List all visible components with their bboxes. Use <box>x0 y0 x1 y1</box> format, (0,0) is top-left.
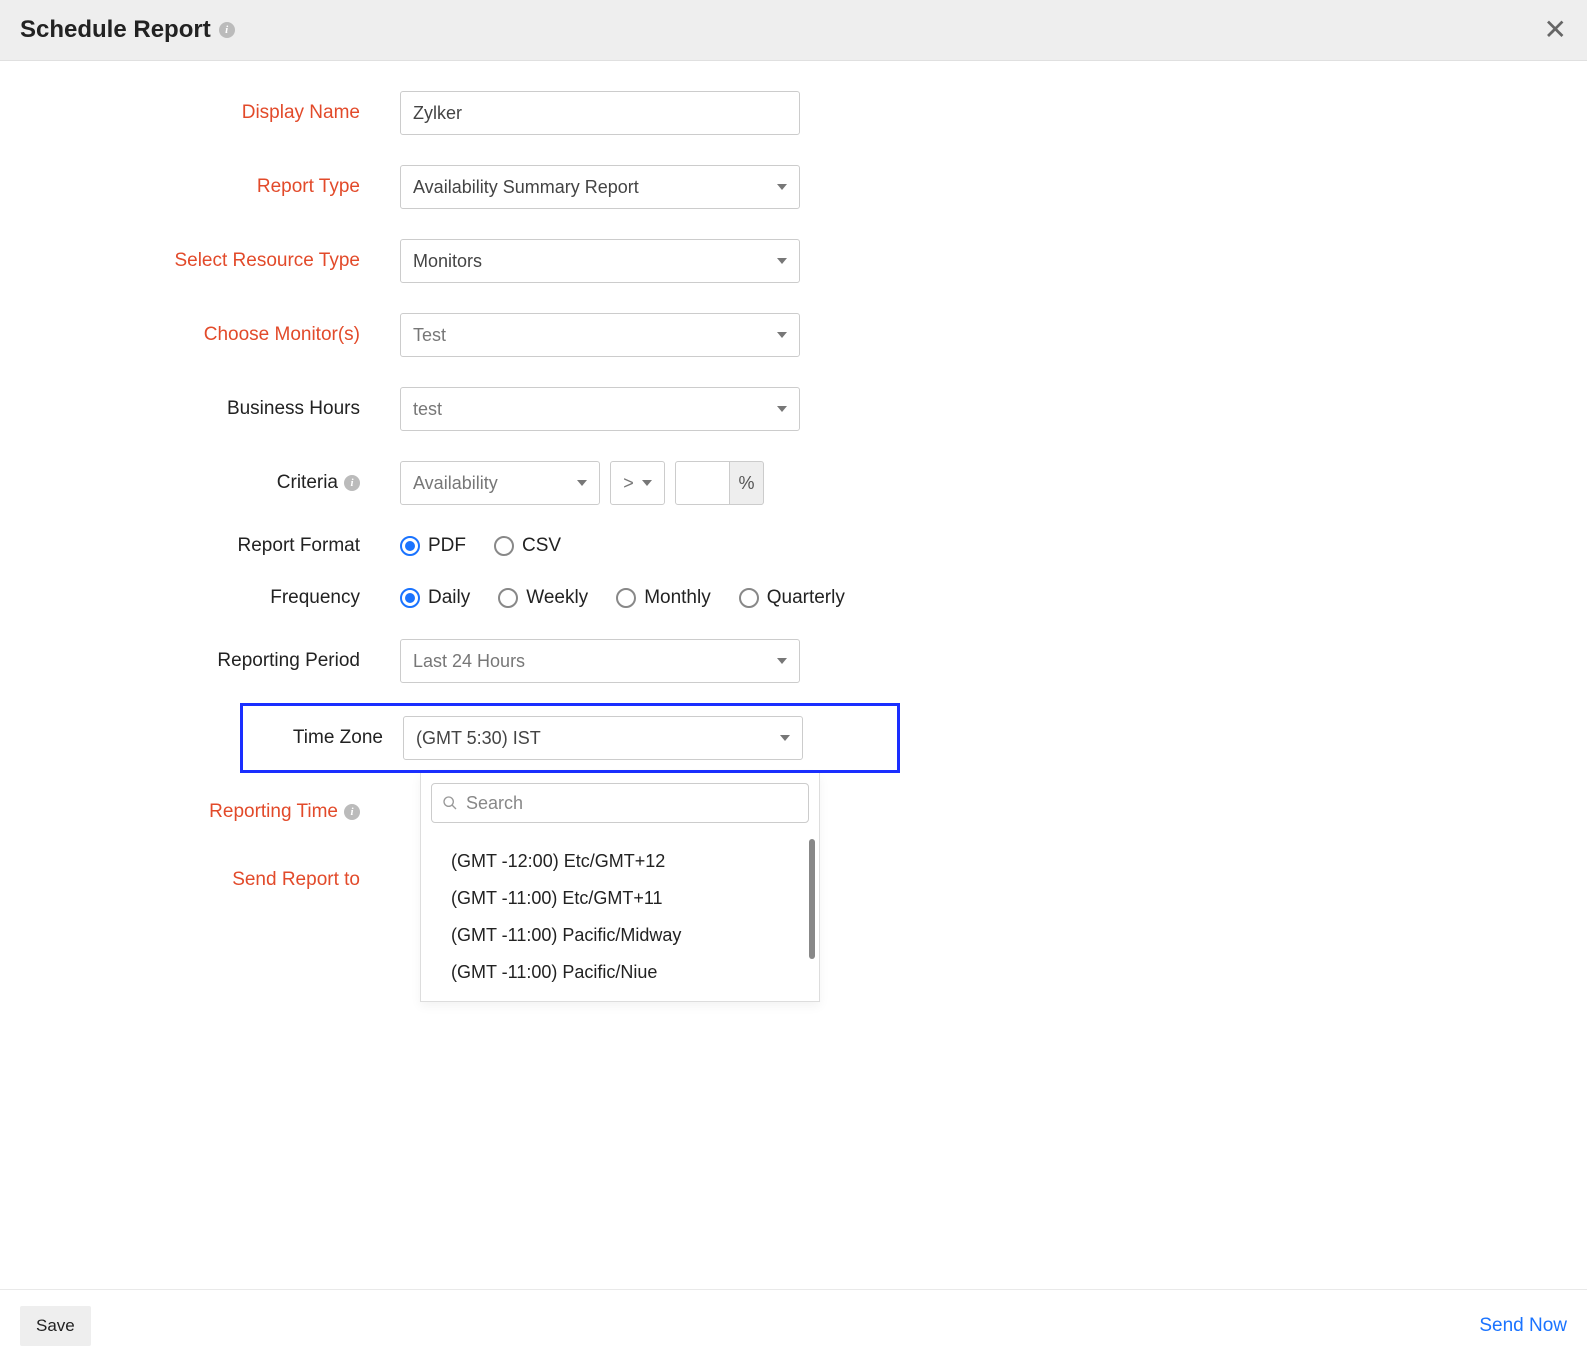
chevron-down-icon <box>577 480 587 486</box>
radio-icon <box>498 588 518 608</box>
radio-monthly[interactable]: Monthly <box>616 587 711 609</box>
label-timezone: Time Zone <box>243 727 403 749</box>
monitors-select[interactable]: Test <box>400 313 800 357</box>
label-reporting-time: Reporting Time i <box>20 801 400 823</box>
radio-weekly[interactable]: Weekly <box>498 587 588 609</box>
row-criteria: Criteria i Availability > % <box>20 461 1567 505</box>
radio-monthly-label: Monthly <box>644 587 711 609</box>
label-frequency: Frequency <box>20 587 400 609</box>
row-reporting-period: Reporting Period Last 24 Hours <box>20 639 1567 683</box>
label-send-report-to: Send Report to <box>20 869 400 891</box>
resource-type-select[interactable]: Monitors <box>400 239 800 283</box>
criteria-label-text: Criteria <box>277 472 338 494</box>
business-hours-value: test <box>413 399 442 420</box>
label-report-type: Report Type <box>20 176 400 198</box>
page-title: Schedule Report i <box>20 16 235 44</box>
label-report-format: Report Format <box>20 535 400 557</box>
save-button[interactable]: Save <box>20 1306 91 1346</box>
title-text: Schedule Report <box>20 16 211 44</box>
radio-csv-label: CSV <box>522 535 561 557</box>
row-display-name: Display Name Zylker <box>20 91 1567 135</box>
radio-quarterly[interactable]: Quarterly <box>739 587 845 609</box>
scrollbar[interactable] <box>809 839 815 959</box>
criteria-metric-select[interactable]: Availability <box>400 461 600 505</box>
report-type-select[interactable]: Availability Summary Report <box>400 165 800 209</box>
reporting-period-value: Last 24 Hours <box>413 651 525 672</box>
chevron-down-icon <box>780 735 790 741</box>
radio-icon <box>494 536 514 556</box>
monitors-value: Test <box>413 325 446 346</box>
row-report-format: Report Format PDF CSV <box>20 535 1567 557</box>
report-type-value: Availability Summary Report <box>413 177 639 198</box>
criteria-operator-value: > <box>623 473 634 494</box>
radio-quarterly-label: Quarterly <box>767 587 845 609</box>
display-name-value: Zylker <box>413 103 462 124</box>
chevron-down-icon <box>777 258 787 264</box>
radio-pdf-label: PDF <box>428 535 466 557</box>
row-resource-type: Select Resource Type Monitors <box>20 239 1567 283</box>
criteria-metric-value: Availability <box>413 473 498 494</box>
timezone-dropdown-panel: Search (GMT -12:00) Etc/GMT+12 (GMT -11:… <box>420 773 820 1002</box>
chevron-down-icon <box>777 184 787 190</box>
timezone-option[interactable]: (GMT -11:00) Pacific/Niue <box>421 954 819 991</box>
info-icon[interactable]: i <box>344 804 360 820</box>
chevron-down-icon <box>777 658 787 664</box>
radio-icon <box>739 588 759 608</box>
label-criteria: Criteria i <box>20 472 400 494</box>
modal-header: Schedule Report i ✕ <box>0 0 1587 61</box>
row-frequency: Frequency Daily Weekly Monthly Quarterly <box>20 587 1567 609</box>
timezone-value: (GMT 5:30) IST <box>416 728 541 749</box>
close-icon[interactable]: ✕ <box>1544 16 1567 44</box>
label-resource-type: Select Resource Type <box>20 250 400 272</box>
radio-daily-label: Daily <box>428 587 470 609</box>
timezone-option[interactable]: (GMT -11:00) Etc/GMT+11 <box>421 880 819 917</box>
row-business-hours: Business Hours test <box>20 387 1567 431</box>
timezone-search-input[interactable]: Search <box>431 783 809 823</box>
label-reporting-period: Reporting Period <box>20 650 400 672</box>
radio-weekly-label: Weekly <box>526 587 588 609</box>
business-hours-select[interactable]: test <box>400 387 800 431</box>
radio-csv[interactable]: CSV <box>494 535 561 557</box>
info-icon[interactable]: i <box>219 22 235 38</box>
send-now-link[interactable]: Send Now <box>1479 1315 1567 1337</box>
footer-bar: Save Send Now <box>0 1289 1587 1362</box>
search-placeholder: Search <box>466 793 523 814</box>
search-icon <box>442 795 458 811</box>
resource-type-value: Monitors <box>413 251 482 272</box>
timezone-option[interactable]: (GMT -12:00) Etc/GMT+12 <box>421 843 819 880</box>
label-business-hours: Business Hours <box>20 398 400 420</box>
display-name-input[interactable]: Zylker <box>400 91 800 135</box>
timezone-select[interactable]: (GMT 5:30) IST <box>403 716 803 760</box>
radio-daily[interactable]: Daily <box>400 587 470 609</box>
criteria-operator-select[interactable]: > <box>610 461 665 505</box>
criteria-value-input[interactable] <box>675 461 730 505</box>
row-monitors: Choose Monitor(s) Test <box>20 313 1567 357</box>
radio-icon <box>616 588 636 608</box>
row-report-type: Report Type Availability Summary Report <box>20 165 1567 209</box>
label-display-name: Display Name <box>20 102 400 124</box>
label-monitors: Choose Monitor(s) <box>20 324 400 346</box>
form-body: Display Name Zylker Report Type Availabi… <box>0 61 1587 1122</box>
chevron-down-icon <box>777 332 787 338</box>
timezone-highlight: Time Zone (GMT 5:30) IST <box>240 703 900 773</box>
reporting-period-select[interactable]: Last 24 Hours <box>400 639 800 683</box>
chevron-down-icon <box>777 406 787 412</box>
chevron-down-icon <box>642 480 652 486</box>
timezone-option-list[interactable]: (GMT -12:00) Etc/GMT+12 (GMT -11:00) Etc… <box>421 833 819 1001</box>
radio-icon <box>400 536 420 556</box>
criteria-unit: % <box>730 461 764 505</box>
timezone-option[interactable]: (GMT -11:00) Pacific/Midway <box>421 917 819 954</box>
reporting-time-text: Reporting Time <box>209 801 338 823</box>
info-icon[interactable]: i <box>344 475 360 491</box>
radio-icon <box>400 588 420 608</box>
radio-pdf[interactable]: PDF <box>400 535 466 557</box>
